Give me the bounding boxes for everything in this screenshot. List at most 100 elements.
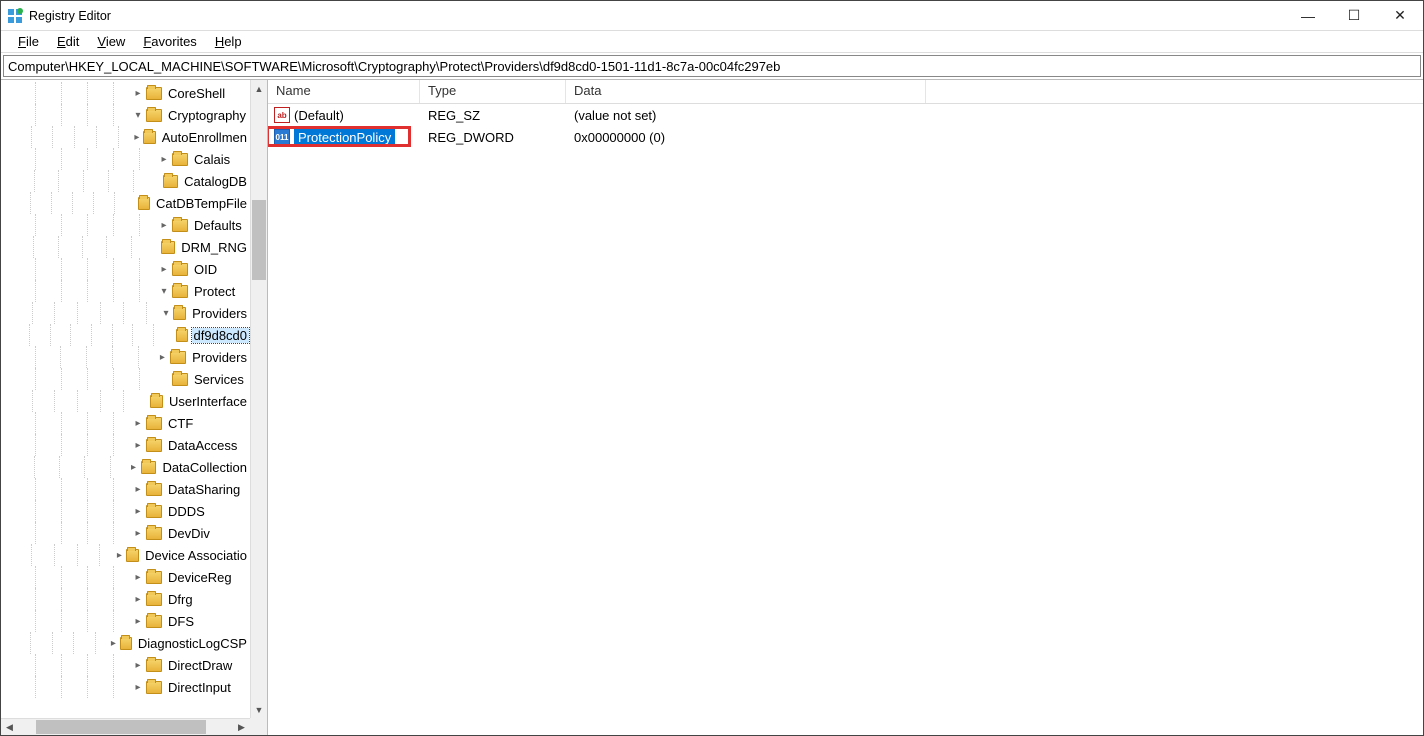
menu-label: iew bbox=[106, 34, 126, 49]
scroll-right-arrow-icon[interactable]: ▶ bbox=[233, 719, 250, 735]
tree-item[interactable]: ▸Dfrg bbox=[1, 588, 249, 610]
scroll-thumb-vertical[interactable] bbox=[252, 200, 266, 280]
tree-item[interactable]: ·CatalogDB bbox=[1, 170, 249, 192]
scrollbar-corner bbox=[250, 718, 267, 735]
tree-item-label: Protect bbox=[192, 284, 237, 299]
tree-item-label: Cryptography bbox=[166, 108, 248, 123]
chevron-right-icon[interactable]: ▸ bbox=[131, 616, 145, 627]
column-header-type[interactable]: Type bbox=[420, 80, 566, 103]
address-bar[interactable]: Computer\HKEY_LOCAL_MACHINE\SOFTWARE\Mic… bbox=[3, 55, 1421, 77]
tree-item[interactable]: ▸ DirectDraw bbox=[1, 654, 249, 676]
tree-item[interactable]: ▸ DataCollection bbox=[1, 456, 249, 478]
tree-spacer: · bbox=[157, 374, 171, 385]
maximize-button[interactable]: ☐ bbox=[1331, 1, 1377, 30]
chevron-right-icon[interactable]: ▸ bbox=[108, 638, 118, 649]
tree-item[interactable]: ▸DevDiv bbox=[1, 522, 249, 544]
address-text: Computer\HKEY_LOCAL_MACHINE\SOFTWARE\Mic… bbox=[8, 59, 780, 74]
tree-item[interactable]: ·DRM_RNG bbox=[1, 236, 249, 258]
tree-item[interactable]: ▾Providers bbox=[1, 302, 249, 324]
chevron-right-icon[interactable]: ▸ bbox=[131, 528, 145, 539]
menu-label: dit bbox=[66, 34, 80, 49]
chevron-down-icon[interactable]: ▾ bbox=[157, 286, 171, 297]
menu-label: avorites bbox=[151, 34, 197, 49]
registry-tree[interactable]: ▸CoreShell ▾ Cryptography ▸ AutoEnrollmen ▸Ca… bbox=[1, 80, 249, 698]
tree-spacer: · bbox=[165, 330, 175, 341]
folder-icon bbox=[138, 197, 150, 210]
tree-item[interactable]: ▸Defaults bbox=[1, 214, 249, 236]
tree-item[interactable]: ▸Calais bbox=[1, 148, 249, 170]
tree-item[interactable]: ▸DiagnosticLogCSP bbox=[1, 632, 249, 654]
chevron-down-icon[interactable]: ▾ bbox=[131, 110, 145, 121]
tree-item[interactable]: ·df9d8cd0 bbox=[1, 324, 249, 346]
list-row[interactable]: 011ProtectionPolicyREG_DWORD0x00000000 (… bbox=[268, 126, 1423, 148]
list-body[interactable]: ab(Default)REG_SZ(value not set)011Prote… bbox=[268, 104, 1423, 735]
tree-item[interactable]: ▸DataAccess bbox=[1, 434, 249, 456]
tree-item[interactable]: ▸ AutoEnrollmen bbox=[1, 126, 249, 148]
reg-dword-icon: 011 bbox=[274, 129, 290, 145]
tree-scrollbar-horizontal[interactable]: ◀ ▶ bbox=[1, 718, 250, 735]
tree-item[interactable]: ▸CoreShell bbox=[1, 82, 249, 104]
chevron-right-icon[interactable]: ▸ bbox=[131, 660, 145, 671]
menu-help[interactable]: Help bbox=[206, 32, 251, 51]
tree-item[interactable]: ·CatDBTempFile bbox=[1, 192, 249, 214]
tree-item[interactable]: ▸Providers bbox=[1, 346, 249, 368]
list-header: Name Type Data bbox=[268, 80, 1423, 104]
minimize-button[interactable]: — bbox=[1285, 1, 1331, 30]
chevron-right-icon[interactable]: ▸ bbox=[132, 132, 143, 143]
tree-item[interactable]: ▾ Cryptography bbox=[1, 104, 249, 126]
tree-item-label: DataCollection bbox=[160, 460, 249, 475]
tree-item-label: CTF bbox=[166, 416, 195, 431]
folder-icon bbox=[173, 307, 186, 320]
tree-item-label: AutoEnrollmen bbox=[160, 130, 249, 145]
tree-item[interactable]: ▸Device Associatio bbox=[1, 544, 249, 566]
chevron-right-icon[interactable]: ▸ bbox=[157, 264, 171, 275]
menu-favorites[interactable]: Favorites bbox=[134, 32, 205, 51]
tree-scrollbar-vertical[interactable]: ▲ ▼ bbox=[250, 80, 267, 718]
chevron-right-icon[interactable]: ▸ bbox=[157, 220, 171, 231]
chevron-right-icon[interactable]: ▸ bbox=[131, 506, 145, 517]
tree-item[interactable]: ▸DeviceReg bbox=[1, 566, 249, 588]
tree-item-label: OID bbox=[192, 262, 219, 277]
chevron-right-icon[interactable]: ▸ bbox=[131, 682, 145, 693]
tree-item[interactable]: ▸DataSharing bbox=[1, 478, 249, 500]
column-header-name[interactable]: Name bbox=[268, 80, 420, 103]
chevron-right-icon[interactable]: ▸ bbox=[155, 352, 169, 363]
chevron-right-icon[interactable]: ▸ bbox=[114, 550, 125, 561]
tree-item-label: DirectDraw bbox=[166, 658, 234, 673]
tree-item[interactable]: ▸DDDS bbox=[1, 500, 249, 522]
column-header-data[interactable]: Data bbox=[566, 80, 926, 103]
scroll-left-arrow-icon[interactable]: ◀ bbox=[1, 719, 18, 735]
tree-item[interactable]: ▸DFS bbox=[1, 610, 249, 632]
chevron-right-icon[interactable]: ▸ bbox=[131, 440, 145, 451]
chevron-right-icon[interactable]: ▸ bbox=[131, 572, 145, 583]
chevron-right-icon[interactable]: ▸ bbox=[127, 462, 140, 473]
tree-item[interactable]: ▸ CTF bbox=[1, 412, 249, 434]
tree-item[interactable]: ▾ Protect bbox=[1, 280, 249, 302]
main-split: ▸CoreShell ▾ Cryptography ▸ AutoEnrollmen ▸Ca… bbox=[1, 79, 1423, 735]
close-button[interactable]: ✕ bbox=[1377, 1, 1423, 30]
chevron-down-icon[interactable]: ▾ bbox=[160, 308, 171, 319]
scroll-thumb-horizontal[interactable] bbox=[36, 720, 206, 734]
folder-icon bbox=[120, 637, 132, 650]
chevron-right-icon[interactable]: ▸ bbox=[157, 154, 171, 165]
tree-item[interactable]: ▸ OID bbox=[1, 258, 249, 280]
folder-icon bbox=[150, 395, 163, 408]
scroll-up-arrow-icon[interactable]: ▲ bbox=[251, 80, 267, 97]
value-data: 0x00000000 (0) bbox=[566, 130, 1423, 145]
chevron-right-icon[interactable]: ▸ bbox=[131, 594, 145, 605]
tree-item[interactable]: ▸DirectInput bbox=[1, 676, 249, 698]
tree-item[interactable]: · Services bbox=[1, 368, 249, 390]
tree-item-label: DRM_RNG bbox=[179, 240, 249, 255]
tree-item[interactable]: ·UserInterface bbox=[1, 390, 249, 412]
folder-icon bbox=[172, 219, 188, 232]
chevron-right-icon[interactable]: ▸ bbox=[131, 418, 145, 429]
chevron-right-icon[interactable]: ▸ bbox=[131, 88, 145, 99]
menu-view[interactable]: View bbox=[88, 32, 134, 51]
menu-file[interactable]: File bbox=[9, 32, 48, 51]
value-name: ProtectionPolicy bbox=[294, 129, 395, 146]
scroll-down-arrow-icon[interactable]: ▼ bbox=[251, 701, 267, 718]
menu-edit[interactable]: Edit bbox=[48, 32, 88, 51]
list-row[interactable]: ab(Default)REG_SZ(value not set) bbox=[268, 104, 1423, 126]
tree-item-label: Services bbox=[192, 372, 246, 387]
chevron-right-icon[interactable]: ▸ bbox=[131, 484, 145, 495]
